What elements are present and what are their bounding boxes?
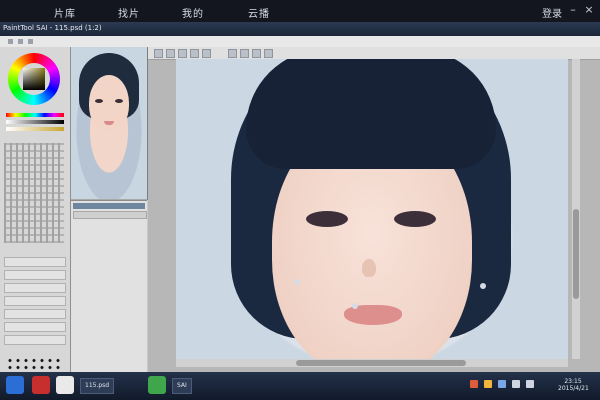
artwork-earring (480, 283, 486, 289)
property-row[interactable] (4, 296, 66, 306)
toolbar-button[interactable] (190, 49, 199, 58)
layer-panel (71, 200, 147, 373)
app-titlebar: PaintTool SAI - 115.psd (1:2) (0, 22, 600, 36)
vertical-scrollbar[interactable] (572, 59, 580, 359)
thumbnail-eye (95, 99, 103, 103)
canvas-area (148, 47, 600, 372)
artwork-left-eye (306, 211, 348, 227)
nav-item-cloud[interactable]: 云播 (248, 5, 270, 20)
close-icon[interactable]: × (582, 3, 596, 17)
property-row[interactable] (4, 322, 66, 332)
menu-bar (0, 36, 600, 47)
start-icon[interactable] (6, 376, 24, 394)
layer-panel-header (73, 203, 145, 209)
tray-icon[interactable] (498, 380, 506, 388)
taskbar-clock[interactable]: 23:15 2015/4/21 (558, 378, 589, 392)
artwork-bangs (246, 59, 496, 169)
toolbar-button[interactable] (166, 49, 175, 58)
color-picker-square[interactable] (23, 68, 45, 90)
os-taskbar: 115.psd SAI 23:15 2015/4/21 (0, 372, 600, 400)
property-row[interactable] (4, 335, 66, 345)
layer-item[interactable] (73, 211, 147, 219)
scrollbar-thumb[interactable] (296, 360, 466, 366)
menu-icon[interactable] (8, 39, 13, 44)
tray-icon[interactable] (470, 380, 478, 388)
menu-icon[interactable] (28, 39, 33, 44)
toolbar-button[interactable] (178, 49, 187, 58)
nav-item-library[interactable]: 片库 (54, 5, 76, 20)
toolbar-button[interactable] (228, 49, 237, 58)
login-button[interactable]: 登录 (542, 5, 562, 20)
painting-canvas[interactable] (176, 59, 568, 359)
taskbar-task-sai[interactable]: SAI (172, 378, 192, 394)
window-title: PaintTool SAI - 115.psd (1:2) (3, 24, 102, 32)
color-wheel[interactable] (8, 53, 60, 105)
value-slider[interactable] (6, 120, 64, 124)
clock-time: 23:15 (564, 378, 582, 385)
tool-grid[interactable] (4, 143, 64, 243)
tool-panel (0, 47, 71, 372)
navigator-thumbnail[interactable] (71, 47, 147, 199)
toolbar-button[interactable] (252, 49, 261, 58)
clock-date: 2015/4/21 (558, 385, 589, 392)
artwork-cheek-stud (352, 303, 358, 309)
volume-icon[interactable] (512, 380, 520, 388)
menu-icon[interactable] (18, 39, 23, 44)
toolbar-button[interactable] (240, 49, 249, 58)
thumbnail-eye (115, 99, 123, 103)
taskbar-task-psd[interactable]: 115.psd (80, 378, 115, 394)
artwork-right-eye (394, 211, 436, 227)
scrollbar-thumb[interactable] (573, 209, 579, 299)
chat-icon[interactable] (148, 376, 166, 394)
browser-icon[interactable] (32, 376, 50, 394)
property-row[interactable] (4, 283, 66, 293)
network-icon[interactable] (526, 380, 534, 388)
nav-item-mine[interactable]: 我的 (182, 5, 204, 20)
horizontal-scrollbar[interactable] (176, 359, 568, 367)
hue-slider[interactable] (6, 113, 64, 117)
artwork-earring (294, 279, 300, 285)
brush-size-grid[interactable] (6, 357, 64, 371)
toolbar-button[interactable] (154, 49, 163, 58)
artwork-nose (362, 259, 376, 277)
property-row[interactable] (4, 270, 66, 280)
saturation-slider[interactable] (6, 127, 64, 131)
property-row[interactable] (4, 257, 66, 267)
paint-app-window: PaintTool SAI - 115.psd (1:2) (0, 22, 600, 373)
video-site-topbar: 片库 找片 我的 云播 登录 – × (0, 0, 600, 22)
toolbar-button[interactable] (264, 49, 273, 58)
navigator-panel (71, 47, 148, 200)
tray-icon[interactable] (484, 380, 492, 388)
nav-item-find[interactable]: 找片 (118, 5, 140, 20)
property-row[interactable] (4, 309, 66, 319)
brush-properties (4, 257, 66, 348)
minus-icon[interactable]: – (566, 3, 580, 17)
toolbar-button[interactable] (202, 49, 211, 58)
explorer-icon[interactable] (56, 376, 74, 394)
